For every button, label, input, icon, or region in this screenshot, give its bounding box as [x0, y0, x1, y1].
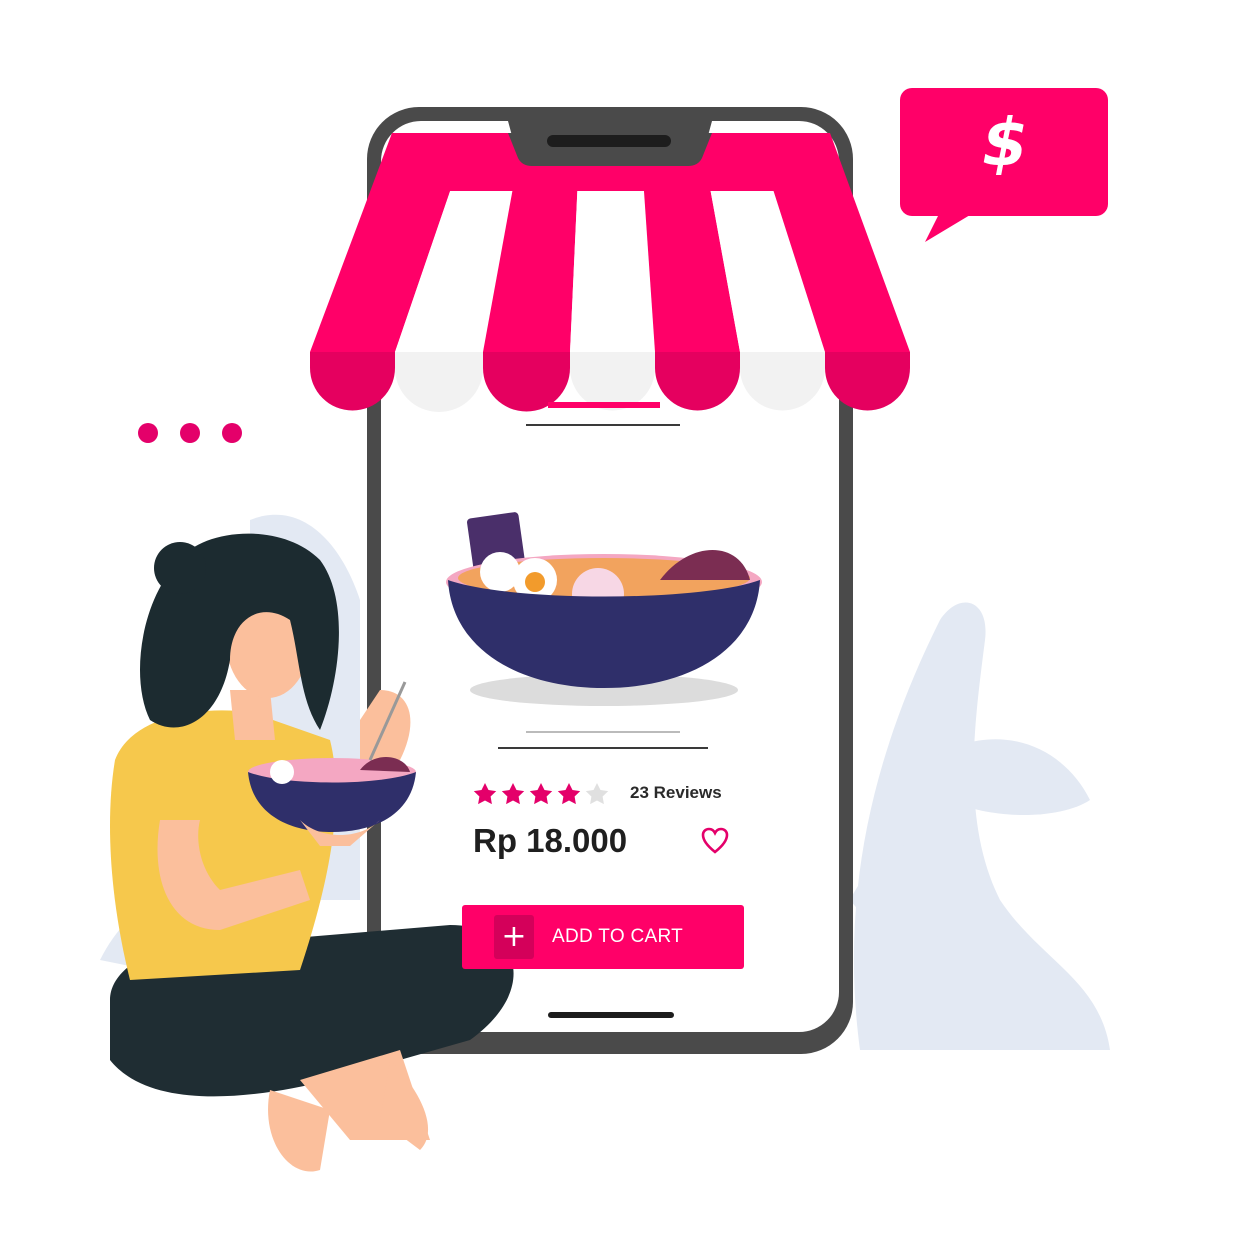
plus-icon: +: [494, 915, 534, 959]
favorite-button[interactable]: [700, 826, 730, 856]
ellipsis-icon: [138, 423, 242, 443]
illustration-scene: [100, 88, 1110, 1172]
reviews-count[interactable]: 23 Reviews: [630, 783, 722, 803]
add-to-cart-button[interactable]: + ADD TO CART: [462, 905, 744, 969]
product-price: Rp 18.000: [473, 822, 628, 859]
add-to-cart-label: ADD TO CART: [552, 926, 684, 947]
store-awning: [310, 133, 910, 412]
heart-icon: [701, 827, 729, 854]
dollar-icon: $: [982, 104, 1028, 181]
